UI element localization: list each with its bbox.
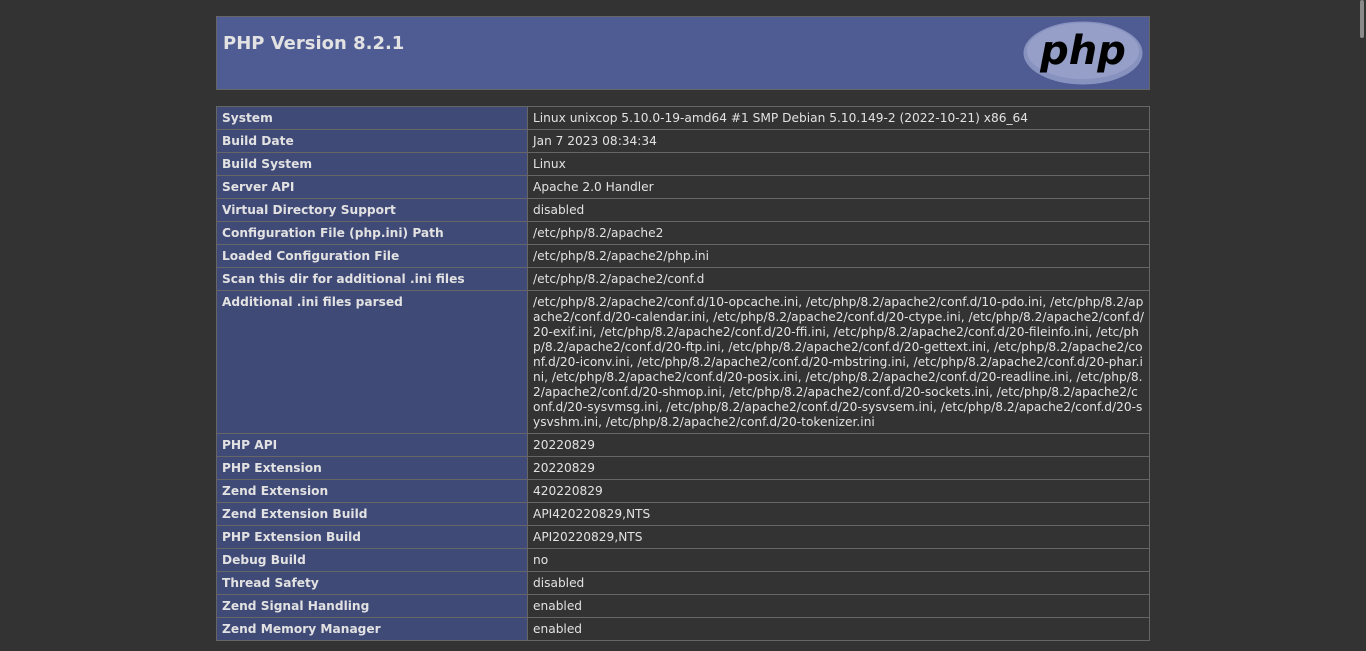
row-key: Additional .ini files parsed (216, 290, 528, 434)
table-row: Zend Extension Build API420220829,NTS (216, 502, 1150, 526)
scrollbar-thumb[interactable] (1360, 0, 1364, 38)
row-value: /etc/php/8.2/apache2/conf.d (527, 267, 1150, 291)
row-key: Zend Memory Manager (216, 617, 528, 641)
row-key: Zend Extension (216, 479, 528, 503)
table-row: PHP Extension Build API20220829,NTS (216, 525, 1150, 549)
table-row: Zend Signal Handling enabled (216, 594, 1150, 618)
row-value: enabled (527, 617, 1150, 641)
row-key: Zend Signal Handling (216, 594, 528, 618)
row-key: PHP Extension (216, 456, 528, 480)
row-value: Apache 2.0 Handler (527, 175, 1150, 199)
row-key: Zend Extension Build (216, 502, 528, 526)
php-version-header: PHP Version 8.2.1 php (216, 16, 1150, 90)
table-row: Debug Build no (216, 548, 1150, 572)
table-row: Configuration File (php.ini) Path/etc/ph… (216, 221, 1150, 245)
table-row: Scan this dir for additional .ini files /… (216, 267, 1150, 291)
table-row: Loaded Configuration File/etc/php/8.2/ap… (216, 244, 1150, 268)
row-value: API20220829,NTS (527, 525, 1150, 549)
row-key: Loaded Configuration File (216, 244, 528, 268)
row-key: PHP Extension Build (216, 525, 528, 549)
table-row: Server API Apache 2.0 Handler (216, 175, 1150, 199)
table-row: Zend Extension 420220829 (216, 479, 1150, 503)
row-key: Thread Safety (216, 571, 528, 595)
row-value: API420220829,NTS (527, 502, 1150, 526)
system-info-table: System Linux unixcop 5.10.0-19-amd64 #1 S… (216, 106, 1150, 641)
table-row: Build Date Jan 7 2023 08:34:34 (216, 129, 1150, 153)
row-key: Virtual Directory Support (216, 198, 528, 222)
table-row: Additional .ini files parsed/etc/php/8.2… (216, 290, 1150, 434)
row-value: /etc/php/8.2/apache2/php.ini (527, 244, 1150, 268)
vertical-scrollbar[interactable] (1358, 0, 1366, 651)
row-value: Jan 7 2023 08:34:34 (527, 129, 1150, 153)
row-value: Linux (527, 152, 1150, 176)
row-key: Debug Build (216, 548, 528, 572)
row-value: 420220829 (527, 479, 1150, 503)
table-row: Virtual Directory Support disabled (216, 198, 1150, 222)
row-value: /etc/php/8.2/apache2/conf.d/10-opcache.i… (527, 290, 1150, 434)
row-key: Scan this dir for additional .ini files (216, 267, 528, 291)
page-title: PHP Version 8.2.1 (223, 33, 405, 54)
row-value: /etc/php/8.2/apache2 (527, 221, 1150, 245)
table-row: PHP API 20220829 (216, 433, 1150, 457)
row-key: Server API (216, 175, 528, 199)
phpinfo-page: PHP Version 8.2.1 php System Linux unixco… (0, 0, 1366, 651)
table-row: Thread Safety disabled (216, 571, 1150, 595)
row-key: PHP API (216, 433, 528, 457)
row-key: System (216, 106, 528, 130)
php-logo-text: php (1039, 28, 1126, 74)
table-row: PHP Extension 20220829 (216, 456, 1150, 480)
table-row: Zend Memory Manager enabled (216, 617, 1150, 641)
row-value: disabled (527, 198, 1150, 222)
table-row: Build System Linux (216, 152, 1150, 176)
row-value: 20220829 (527, 433, 1150, 457)
table-row: System Linux unixcop 5.10.0-19-amd64 #1 S… (216, 106, 1150, 130)
row-key: Configuration File (php.ini) Path (216, 221, 528, 245)
row-key: Build Date (216, 129, 528, 153)
row-key: Build System (216, 152, 528, 176)
row-value: enabled (527, 594, 1150, 618)
php-logo-icon: php (1022, 20, 1144, 86)
row-value: 20220829 (527, 456, 1150, 480)
row-value: disabled (527, 571, 1150, 595)
row-value: no (527, 548, 1150, 572)
row-value: Linux unixcop 5.10.0-19-amd64 #1 SMP Deb… (527, 106, 1150, 130)
